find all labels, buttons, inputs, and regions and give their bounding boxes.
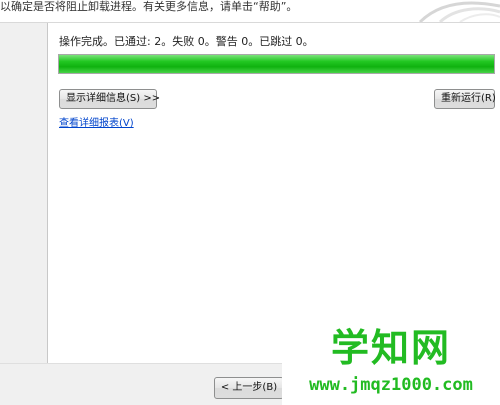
view-detailed-report-link[interactable]: 查看详细报表(V) bbox=[59, 114, 134, 129]
left-navigation-pane bbox=[0, 23, 48, 363]
watermark-title: 学知网 bbox=[330, 326, 451, 370]
setup-wizard-window: 以确定是否将阻止卸载进程。有关更多信息，请单击“帮助”。 操作完成。已通过: 2… bbox=[0, 0, 500, 405]
banner-swirl-decoration bbox=[418, 1, 500, 22]
progress-bar bbox=[58, 54, 495, 74]
progress-bar-fill bbox=[59, 55, 494, 73]
header-banner: 以确定是否将阻止卸载进程。有关更多信息，请单击“帮助”。 bbox=[0, 0, 500, 23]
back-button[interactable]: < 上一步(B) bbox=[214, 377, 284, 399]
site-watermark: 学知网 www.jmqz1000.com bbox=[282, 322, 500, 405]
operation-status-text: 操作完成。已通过: 2。失败 0。警告 0。已跳过 0。 bbox=[59, 35, 314, 48]
show-details-button[interactable]: 显示详细信息(S) >> bbox=[59, 89, 160, 109]
rerun-button[interactable]: 重新运行(R) bbox=[434, 89, 496, 109]
rule-check-content: 操作完成。已通过: 2。失败 0。警告 0。已跳过 0。 显示详细信息(S) >… bbox=[48, 23, 500, 363]
banner-instruction-text: 以确定是否将阻止卸载进程。有关更多信息，请单击“帮助”。 bbox=[0, 0, 298, 13]
watermark-url: www.jmqz1000.com bbox=[309, 375, 473, 395]
